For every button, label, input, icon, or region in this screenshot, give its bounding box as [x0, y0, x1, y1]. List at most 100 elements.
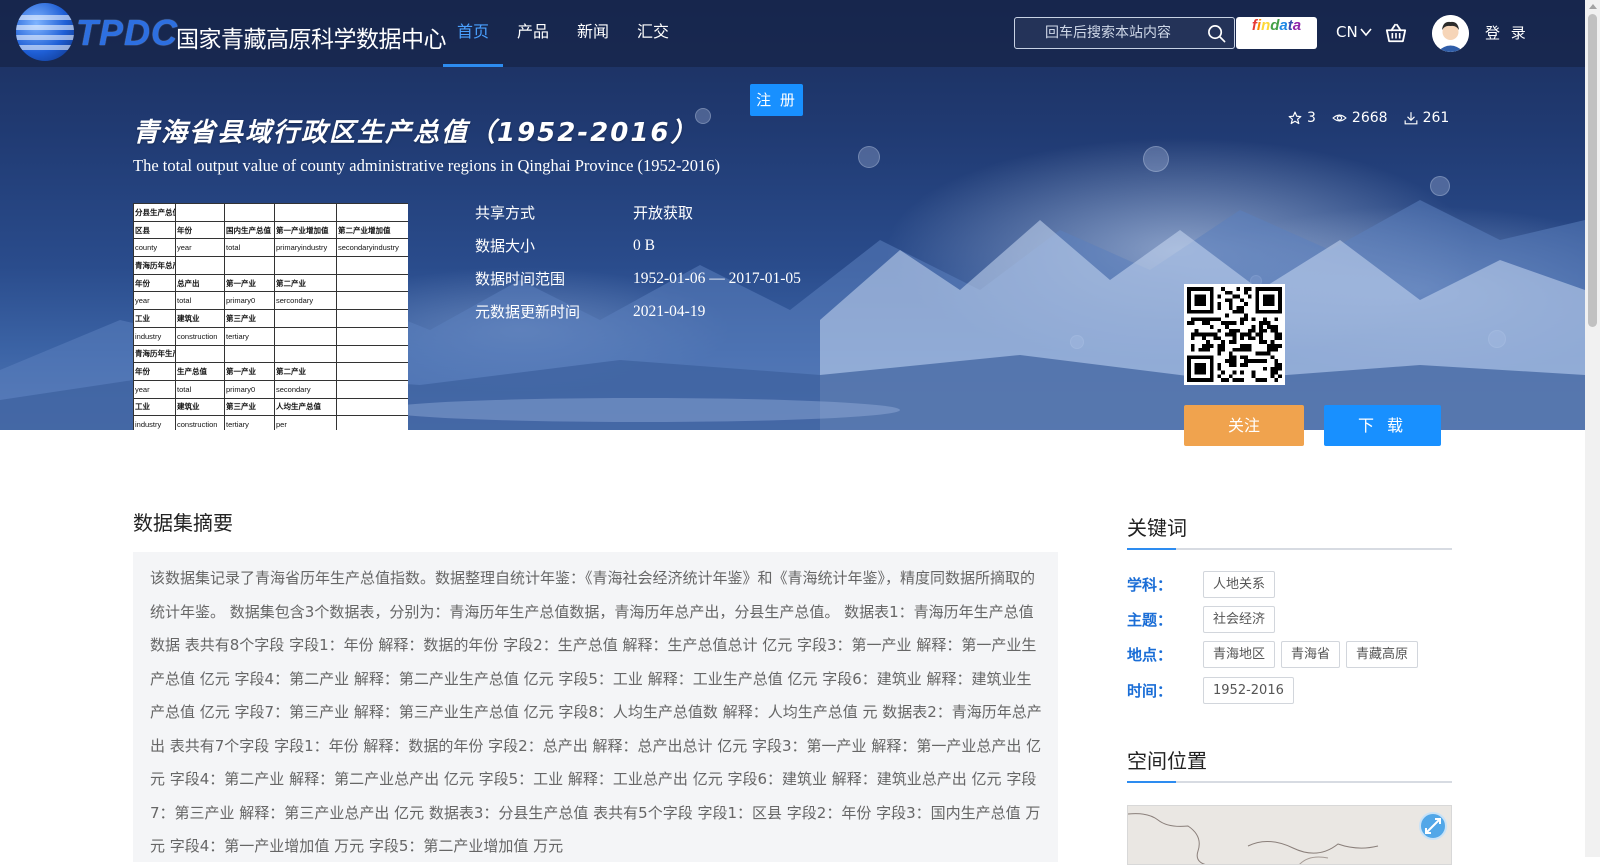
- preview-cell: 年份: [175, 220, 225, 240]
- search-icon[interactable]: [1207, 24, 1226, 43]
- preview-cell: 建筑业: [175, 309, 225, 328]
- scrollbar-thumb[interactable]: [1588, 14, 1597, 327]
- hero-banner: TPDC 国家青藏高原科学数据中心 首页 产品 新闻 汇交 findata CN: [0, 0, 1585, 430]
- meta-row-sharing: 共享方式 开放获取: [475, 203, 801, 236]
- keyword-tag[interactable]: 青海省: [1281, 641, 1341, 668]
- preview-cell: [336, 415, 408, 430]
- preview-cell: [175, 344, 225, 364]
- preview-row: 工业 建筑业 第三产业 人均生产总值: [133, 397, 408, 417]
- meta-row-time-range: 数据时间范围 1952-01-06 — 2017-01-05: [475, 269, 801, 302]
- nav-item-home[interactable]: 首页: [443, 0, 504, 67]
- preview-cell: [336, 362, 408, 381]
- preview-cell: 分县生产总值.xls: [133, 203, 176, 222]
- download-button[interactable]: 下 载: [1324, 405, 1441, 446]
- preview-row: 年份 总产出 第一产业 第二产业: [133, 273, 408, 293]
- keyword-row-theme: 主题： 社会经济: [1127, 606, 1281, 633]
- keyword-row-time: 时间： 1952-2016: [1127, 677, 1300, 704]
- preview-cell: 第二产业: [274, 273, 337, 293]
- keyword-row-subject: 学科： 人地关系: [1127, 571, 1281, 598]
- preview-cell: construction: [175, 415, 225, 430]
- dataset-title-cn: 青海省县域行政区生产总值（1952-2016）: [133, 118, 699, 148]
- keyword-tag[interactable]: 青海地区: [1203, 641, 1276, 668]
- preview-cell: industry: [133, 415, 176, 430]
- user-avatar[interactable]: [1432, 15, 1469, 52]
- search-input[interactable]: [1015, 18, 1205, 48]
- register-button[interactable]: 注 册: [750, 84, 803, 116]
- nav-item-submit[interactable]: 汇交: [623, 0, 683, 67]
- findata-link[interactable]: findata: [1236, 17, 1317, 49]
- keyword-label: 学科：: [1127, 576, 1173, 594]
- preview-cell: 青海历年生产总值数据.xls: [133, 344, 176, 364]
- language-label: CN: [1336, 23, 1358, 41]
- preview-cell: year: [175, 238, 225, 258]
- eye-icon: [1332, 114, 1347, 122]
- dataset-metadata: 共享方式 开放获取 数据大小 0 B 数据时间范围 1952-01-06 — 2…: [475, 203, 801, 335]
- keyword-tag[interactable]: 青藏高原: [1346, 641, 1419, 668]
- preview-cell: [224, 344, 275, 364]
- preview-cell: 第二产业: [274, 362, 337, 381]
- view-count-value: 2668: [1351, 110, 1388, 126]
- expand-map-icon[interactable]: [1419, 812, 1447, 840]
- meta-label: 共享方式: [475, 204, 536, 222]
- meta-value: 0 B: [633, 237, 655, 254]
- preview-cell: total: [175, 291, 225, 311]
- dataset-preview-image: 分县生产总值.xls区县年份国内生产总值第一产业增加值第二产业增加值county…: [133, 203, 408, 430]
- decor-bubble: [858, 146, 880, 168]
- preview-row: county year total primaryindustry secondaryi…: [133, 238, 408, 258]
- abstract-panel: 该数据集记录了青海省历年生产总值指数。数据整理自统计年鉴：《青海社会经济统计年鉴…: [133, 552, 1058, 862]
- preview-cell: secondaryindustry: [336, 238, 408, 258]
- preview-cell: [274, 203, 337, 222]
- page-scrollbar[interactable]: [1585, 0, 1600, 857]
- preview-row: 青海历年总产出.xls: [133, 256, 408, 275]
- keyword-label: 主题：: [1127, 611, 1173, 629]
- preview-cell: [336, 256, 408, 275]
- preview-cell: year: [133, 291, 176, 311]
- star-count[interactable]: 3: [1288, 110, 1316, 126]
- preview-cell: primaryindustry: [274, 238, 337, 258]
- scroll-up-arrow-icon[interactable]: [1589, 4, 1597, 9]
- preview-cell: county: [133, 238, 176, 258]
- keywords-section: 关键词: [1127, 512, 1452, 550]
- preview-cell: [175, 203, 225, 222]
- keyword-row-location: 地点： 青海地区 青海省 青藏高原: [1127, 641, 1424, 668]
- decor-bubble: [1143, 146, 1169, 172]
- preview-cell: [336, 273, 408, 293]
- keyword-label: 地点：: [1127, 646, 1173, 664]
- preview-row: industry construction tertiary: [133, 326, 408, 346]
- login-link[interactable]: 登 录: [1485, 22, 1529, 43]
- preview-cell: [224, 256, 275, 275]
- preview-cell: 第一产业: [224, 273, 275, 293]
- dataset-title-en: The total output value of county adminis…: [133, 156, 720, 175]
- preview-cell: tertiary: [224, 326, 275, 346]
- nav-item-news[interactable]: 新闻: [563, 0, 623, 67]
- preview-row: 青海历年生产总值数据.xls: [133, 344, 408, 364]
- site-logo[interactable]: TPDC 国家青藏高原科学数据中心: [16, 3, 447, 63]
- keyword-tag[interactable]: 人地关系: [1203, 571, 1276, 598]
- keyword-tag[interactable]: 1952-2016: [1203, 677, 1294, 704]
- follow-button[interactable]: 关注: [1184, 405, 1304, 446]
- logo-site-name: 国家青藏高原科学数据中心: [176, 27, 447, 53]
- preview-cell: 年份: [133, 362, 176, 381]
- preview-cell: 区县: [133, 220, 176, 240]
- location-map[interactable]: [1127, 805, 1452, 865]
- location-section: 空间位置: [1127, 745, 1452, 783]
- globe-logo-icon: [16, 3, 74, 61]
- preview-cell: 工业: [133, 397, 176, 417]
- keyword-tag[interactable]: 社会经济: [1203, 606, 1276, 633]
- preview-cell: primary0: [224, 379, 275, 399]
- search-box: [1014, 17, 1235, 49]
- shopping-basket-icon[interactable]: [1385, 22, 1407, 44]
- preview-cell: sercondary: [274, 291, 337, 311]
- preview-cell: 第一产业增加值: [274, 220, 337, 240]
- star-icon: [1288, 111, 1302, 125]
- meta-value: 1952-01-06 — 2017-01-05: [633, 270, 801, 287]
- keywords-heading: 关键词: [1127, 512, 1452, 550]
- preview-cell: primary0: [224, 291, 275, 311]
- map-boundaries: [1128, 813, 1379, 864]
- preview-row: industry construction tertiary per: [133, 415, 408, 430]
- nav-item-products[interactable]: 产品: [503, 0, 563, 67]
- preview-cell: secondary: [274, 379, 337, 399]
- language-selector[interactable]: CN: [1336, 23, 1372, 41]
- preview-cell: [274, 256, 337, 275]
- meta-value: 开放获取: [633, 204, 694, 222]
